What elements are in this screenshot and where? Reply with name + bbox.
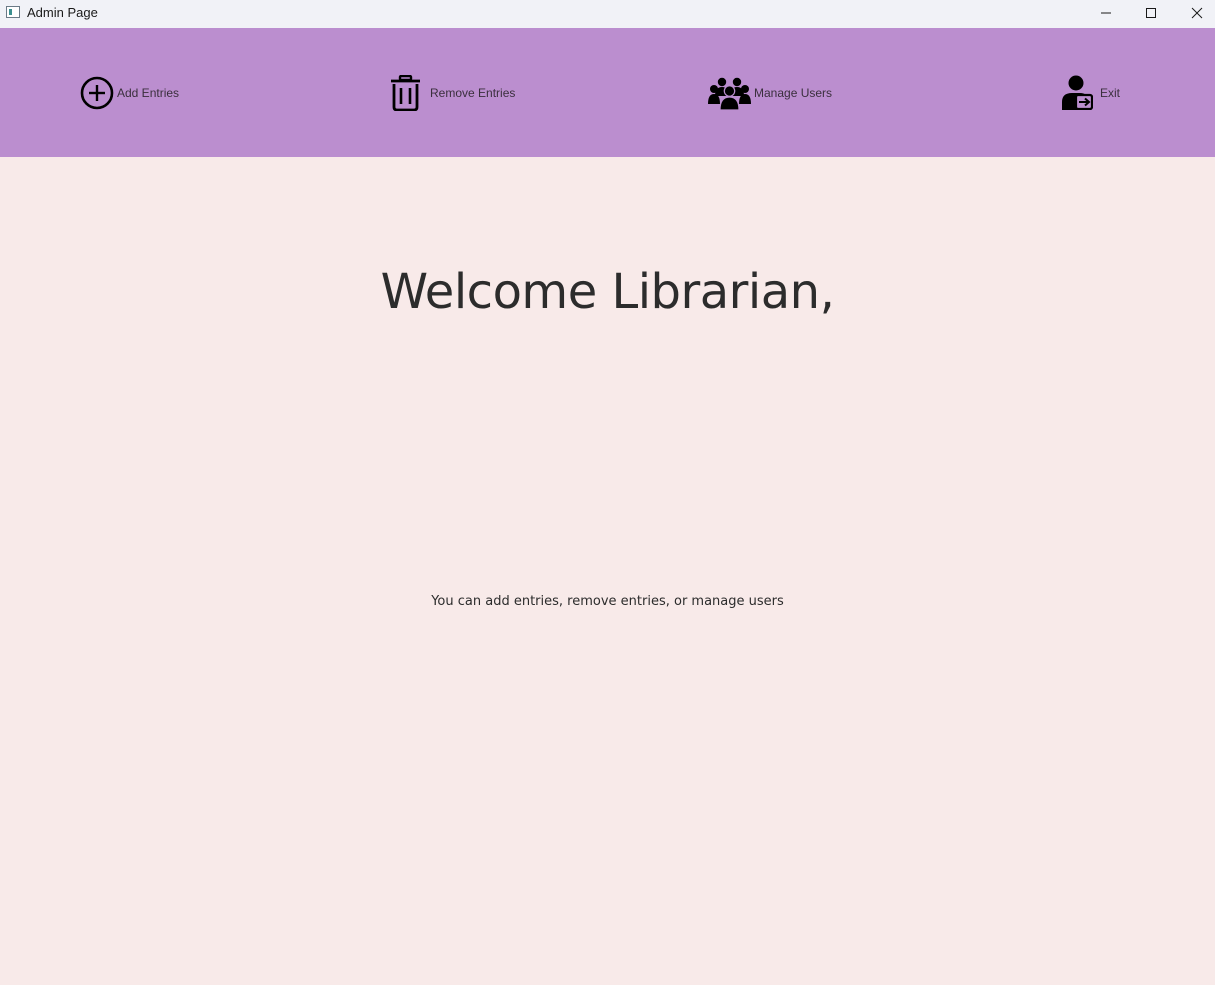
minimize-icon: [1101, 12, 1111, 14]
manage-users-label: Manage Users: [754, 85, 833, 100]
remove-entries-label: Remove Entries: [430, 85, 516, 100]
close-button[interactable]: [1174, 0, 1215, 28]
exit-button[interactable]: Exit: [1062, 28, 1120, 157]
admin-window: Admin Page Add Entries Remove Entries Ma…: [0, 0, 1215, 985]
title-bar[interactable]: Admin Page: [0, 0, 1215, 28]
window-title: Admin Page: [27, 5, 98, 20]
remove-entries-button[interactable]: Remove Entries: [390, 28, 515, 157]
welcome-subtitle: You can add entries, remove entries, or …: [431, 594, 784, 609]
exit-label: Exit: [1100, 85, 1121, 100]
plus-circle-icon: [80, 76, 114, 109]
minimize-button[interactable]: [1083, 0, 1129, 28]
close-icon: [1191, 7, 1203, 19]
welcome-heading: Welcome Librarian,: [380, 264, 835, 320]
trash-icon: [391, 74, 420, 111]
maximize-button[interactable]: [1128, 0, 1174, 28]
app-icon: [6, 6, 20, 18]
admin-toolbar: Add Entries Remove Entries Manage Users …: [0, 28, 1215, 157]
user-exit-icon: [1062, 75, 1093, 110]
manage-users-button[interactable]: Manage Users: [708, 28, 832, 157]
add-entries-label: Add Entries: [117, 85, 180, 100]
add-entries-button[interactable]: Add Entries: [80, 28, 179, 157]
maximize-icon: [1146, 8, 1156, 18]
users-group-icon: [708, 77, 751, 110]
